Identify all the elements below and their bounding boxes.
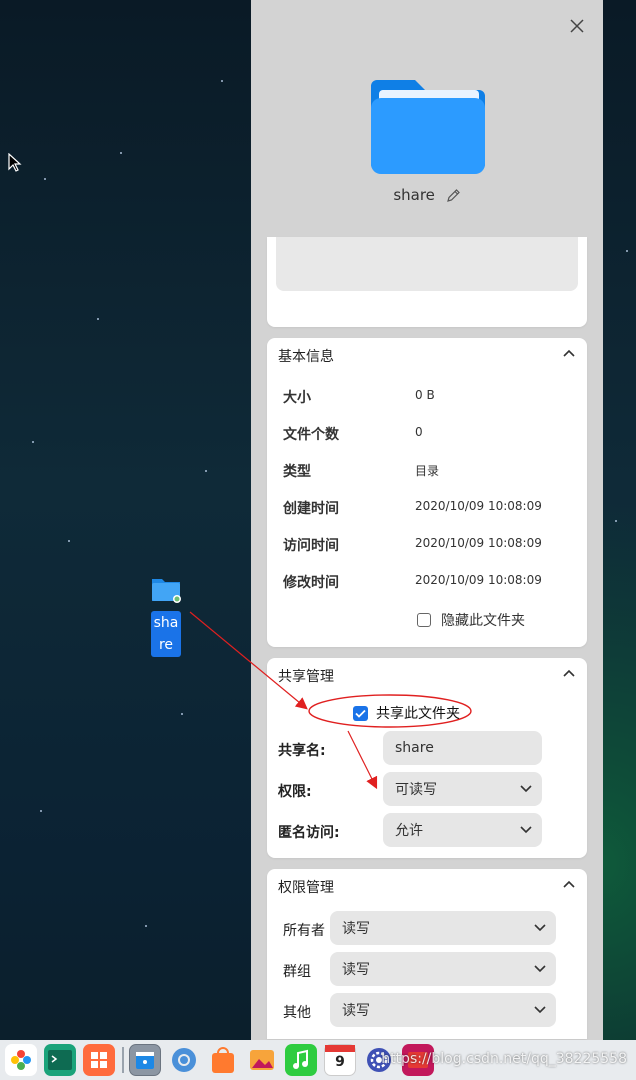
star xyxy=(181,713,183,715)
desktop-folder-icon[interactable] xyxy=(150,575,182,605)
share-management-card: 共享管理 共享此文件夹 共享名: share 权限: 可读写 匿名访问: 允许 xyxy=(267,658,587,858)
size-key: 大小 xyxy=(283,390,311,406)
calendar-icon[interactable]: 9 xyxy=(324,1044,356,1076)
rename-pencil-icon[interactable] xyxy=(446,188,461,203)
created-value: 2020/10/09 10:08:09 xyxy=(415,499,542,513)
star xyxy=(44,178,46,180)
permission-select[interactable]: 可读写 xyxy=(383,772,542,806)
group-permission-select[interactable]: 读写 xyxy=(330,952,556,986)
terminal-icon[interactable] xyxy=(44,1044,76,1076)
other-permission-value: 读写 xyxy=(342,1003,370,1019)
share-folder-label[interactable]: 共享此文件夹 xyxy=(376,703,460,723)
owner-label: 所有者 xyxy=(283,923,325,939)
permission-management-title: 权限管理 xyxy=(278,880,334,896)
collapse-chevron-up-icon[interactable] xyxy=(563,880,575,888)
type-key: 类型 xyxy=(283,464,311,480)
star xyxy=(626,250,628,252)
watermark: https://blog.csdn.net/qq_38225558 xyxy=(381,1051,627,1067)
accessed-value: 2020/10/09 10:08:09 xyxy=(415,536,542,550)
desktop-folder-label[interactable]: share xyxy=(151,611,181,657)
file-manager-icon[interactable] xyxy=(129,1044,161,1076)
checkmark-icon xyxy=(355,709,366,718)
group-label: 群组 xyxy=(283,964,311,980)
created-key: 创建时间 xyxy=(283,501,339,517)
folder-name-row: share xyxy=(251,186,603,204)
anonymous-access-value: 允许 xyxy=(395,823,423,839)
star xyxy=(145,925,147,927)
photos-icon[interactable] xyxy=(246,1044,278,1076)
folder-large-icon xyxy=(371,80,485,174)
chevron-down-icon xyxy=(534,1006,546,1014)
star xyxy=(615,520,617,522)
star xyxy=(205,470,207,472)
share-name-input[interactable]: share xyxy=(383,731,542,765)
collapse-chevron-up-icon[interactable] xyxy=(563,669,575,677)
basic-info-card: 基本信息 大小 0 B 文件个数 0 类型 目录 创建时间 2020/10/09… xyxy=(267,338,587,647)
other-label: 其他 xyxy=(283,1005,311,1021)
owner-permission-value: 读写 xyxy=(342,921,370,937)
type-value: 目录 xyxy=(415,464,440,478)
properties-panel: share 基本信息 大小 0 B 文件个数 0 类型 目录 创建时间 2020… xyxy=(251,0,603,1040)
star xyxy=(32,441,34,443)
preview-area xyxy=(276,237,578,291)
share-name-value: share xyxy=(395,740,434,756)
hide-folder-row[interactable]: 隐藏此文件夹 xyxy=(417,610,525,630)
star xyxy=(120,152,122,154)
hide-folder-checkbox[interactable] xyxy=(417,613,431,627)
share-folder-row[interactable]: 共享此文件夹 xyxy=(353,703,460,723)
size-value: 0 B xyxy=(415,388,435,402)
group-permission-value: 读写 xyxy=(342,962,370,978)
permission-label: 权限: xyxy=(278,784,312,800)
anonymous-access-label: 匿名访问: xyxy=(278,825,340,841)
calendar-day: 9 xyxy=(335,1054,345,1070)
chevron-down-icon xyxy=(534,924,546,932)
folder-name: share xyxy=(393,186,435,204)
close-icon[interactable] xyxy=(568,17,586,35)
permission-value: 可读写 xyxy=(395,782,437,798)
store-bag-icon[interactable] xyxy=(207,1044,239,1076)
permission-management-card: 权限管理 所有者 读写 群组 读写 其他 读写 xyxy=(267,869,587,1039)
collapse-chevron-up-icon[interactable] xyxy=(563,349,575,357)
hide-folder-label[interactable]: 隐藏此文件夹 xyxy=(441,610,525,630)
star xyxy=(68,540,70,542)
browser-icon[interactable] xyxy=(168,1044,200,1076)
accessed-key: 访问时间 xyxy=(283,538,339,554)
chevron-down-icon xyxy=(520,785,532,793)
app-store-icon[interactable] xyxy=(83,1044,115,1076)
chevron-down-icon xyxy=(520,826,532,834)
launcher-icon[interactable] xyxy=(5,1044,37,1076)
share-management-title: 共享管理 xyxy=(278,669,334,685)
file-count-key: 文件个数 xyxy=(283,427,339,443)
chevron-down-icon xyxy=(534,965,546,973)
basic-info-title: 基本信息 xyxy=(278,349,334,365)
preview-card xyxy=(267,237,587,327)
owner-permission-select[interactable]: 读写 xyxy=(330,911,556,945)
music-icon[interactable] xyxy=(285,1044,317,1076)
share-folder-checkbox[interactable] xyxy=(353,705,368,721)
other-permission-select[interactable]: 读写 xyxy=(330,993,556,1027)
star xyxy=(97,318,99,320)
modified-value: 2020/10/09 10:08:09 xyxy=(415,573,542,587)
taskbar-separator xyxy=(122,1047,124,1073)
star xyxy=(40,810,42,812)
mouse-cursor-icon xyxy=(8,153,22,172)
modified-key: 修改时间 xyxy=(283,575,339,591)
anonymous-access-select[interactable]: 允许 xyxy=(383,813,542,847)
share-name-label: 共享名: xyxy=(278,743,326,759)
file-count-value: 0 xyxy=(415,425,423,439)
star xyxy=(221,80,223,82)
